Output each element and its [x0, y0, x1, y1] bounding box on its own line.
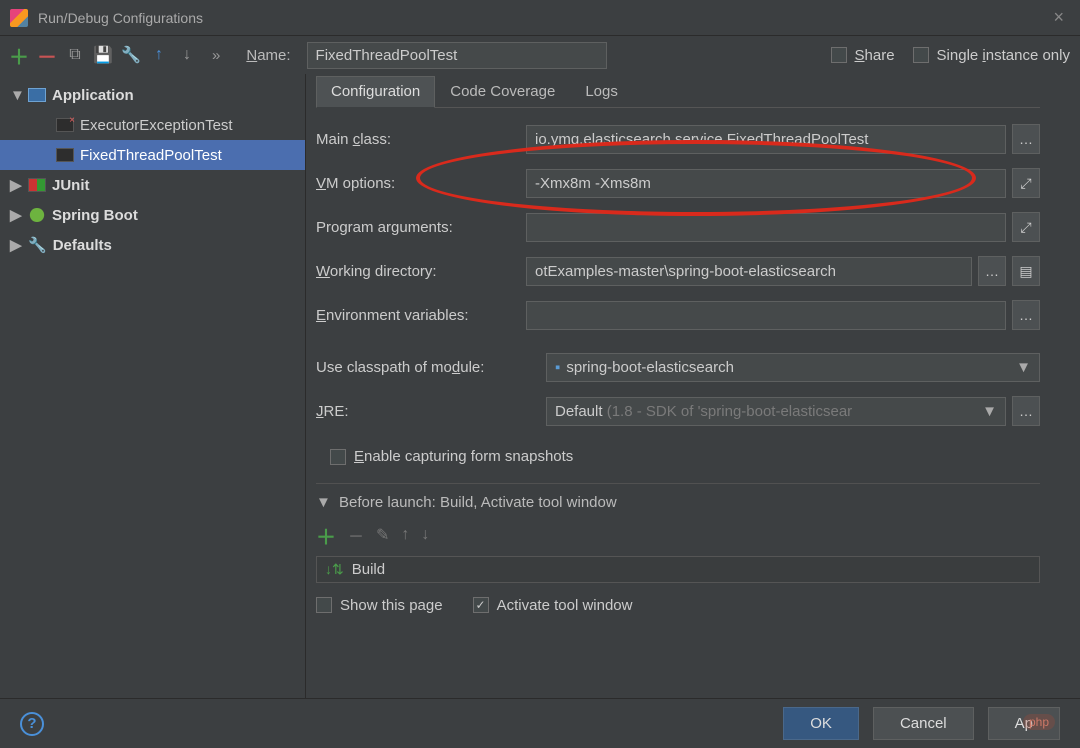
before-launch-title[interactable]: ▼ Before launch: Build, Activate tool wi…	[316, 494, 1040, 511]
expand-icon: ▶	[10, 236, 22, 254]
cancel-button[interactable]: Cancel	[873, 707, 974, 740]
browse-env-button[interactable]: …	[1012, 300, 1040, 330]
snapshots-checkbox[interactable]: Enable capturing form snapshots	[330, 448, 573, 465]
wrench-icon[interactable]: 🔧	[122, 46, 140, 64]
checkbox-icon	[330, 449, 346, 465]
tab-logs[interactable]: Logs	[570, 76, 633, 107]
expand-icon: ▼	[10, 87, 22, 104]
working-dir-input[interactable]	[526, 257, 972, 286]
expand-icon: ▶	[10, 206, 22, 224]
checkbox-icon	[316, 597, 332, 613]
tree-node-executor-exception[interactable]: ExecutorExceptionTest	[0, 110, 305, 140]
move-task-down-icon[interactable]: ↓	[421, 526, 429, 544]
env-vars-input[interactable]	[526, 301, 1006, 330]
title-bar: Run/Debug Configurations ×	[0, 0, 1080, 36]
chevron-down-icon: ▼	[982, 403, 997, 420]
show-page-checkbox[interactable]: Show this page	[316, 597, 443, 614]
tree-node-application[interactable]: ▼ Application	[0, 80, 305, 110]
main-class-input[interactable]	[526, 125, 1006, 154]
remove-config-icon[interactable]: －	[38, 46, 56, 64]
window-title: Run/Debug Configurations	[38, 10, 1047, 26]
java-icon	[56, 148, 74, 162]
show-page-label: Show this page	[340, 597, 443, 614]
tree-label: Defaults	[53, 237, 112, 254]
name-input[interactable]	[307, 42, 607, 69]
dialog-footer: ? OK Cancel Ap php	[0, 698, 1080, 748]
toolbar: ＋ － ⧉ 💾 🔧 ↑ ↓ » Name: Share Single insta…	[0, 36, 1080, 74]
tree-label: ExecutorExceptionTest	[80, 117, 233, 134]
classpath-label: Use classpath of module:	[316, 359, 546, 376]
expand-args-button[interactable]: ⤢	[1012, 212, 1040, 242]
env-vars-label: Environment variables:	[316, 307, 526, 324]
help-icon[interactable]: ?	[20, 712, 44, 736]
add-config-icon[interactable]: ＋	[10, 46, 28, 64]
share-checkbox[interactable]: Share	[831, 47, 895, 64]
tree-node-defaults[interactable]: ▶ 🔧 Defaults	[0, 230, 305, 260]
classpath-select[interactable]: ▪ spring-boot-elasticsearch ▼	[546, 353, 1040, 382]
main-class-label: Main class:	[316, 131, 526, 148]
vm-options-input[interactable]	[526, 169, 1006, 198]
expand-icon: ▶	[10, 176, 22, 194]
checkbox-icon	[913, 47, 929, 63]
move-task-up-icon[interactable]: ↑	[401, 526, 409, 544]
browse-working-dir-button[interactable]: …	[978, 256, 1006, 286]
program-args-input[interactable]	[526, 213, 1006, 242]
remove-task-icon[interactable]: －	[348, 523, 364, 547]
edit-task-icon[interactable]: ✎	[376, 525, 389, 545]
browse-jre-button[interactable]: …	[1012, 396, 1040, 426]
more-icon[interactable]: »	[212, 47, 220, 64]
build-icon: ↓⇅	[325, 561, 344, 578]
classpath-value: spring-boot-elasticsearch	[566, 359, 734, 376]
expand-icon: ▼	[316, 494, 331, 511]
close-icon[interactable]: ×	[1047, 7, 1070, 28]
chevron-down-icon: ▼	[1016, 359, 1031, 376]
tree-label: Spring Boot	[52, 207, 138, 224]
php-badge: php	[1023, 714, 1055, 730]
copy-config-icon[interactable]: ⧉	[66, 46, 84, 64]
jre-select[interactable]: Default (1.8 - SDK of 'spring-boot-elast…	[546, 397, 1006, 426]
save-config-icon[interactable]: 💾	[94, 46, 112, 64]
defaults-icon: 🔧	[28, 236, 47, 254]
jre-label: JRE:	[316, 403, 546, 420]
tree-node-spring-boot[interactable]: ▶ Spring Boot	[0, 200, 305, 230]
junit-icon	[28, 178, 46, 192]
name-label: Name:	[246, 47, 290, 64]
tab-code-coverage[interactable]: Code Coverage	[435, 76, 570, 107]
checkbox-checked-icon	[473, 597, 489, 613]
app-icon	[10, 9, 28, 27]
expand-vm-options-button[interactable]: ⤢	[1012, 168, 1040, 198]
application-icon	[28, 88, 46, 102]
add-task-icon[interactable]: ＋	[316, 521, 336, 550]
jre-value: Default (1.8 - SDK of 'spring-boot-elast…	[555, 403, 852, 420]
program-args-label: Program arguments:	[316, 219, 526, 236]
before-launch-toolbar: ＋ － ✎ ↑ ↓	[316, 521, 1040, 550]
move-down-icon[interactable]: ↓	[178, 46, 196, 64]
apply-button[interactable]: Ap php	[988, 707, 1060, 740]
activate-tool-label: Activate tool window	[497, 597, 633, 614]
tree-node-junit[interactable]: ▶ JUnit	[0, 170, 305, 200]
build-task-row[interactable]: ↓⇅ Build	[316, 556, 1040, 583]
checkbox-icon	[831, 47, 847, 63]
config-tree: ▼ Application ExecutorExceptionTest Fixe…	[0, 74, 306, 698]
tree-label: FixedThreadPoolTest	[80, 147, 222, 164]
spring-icon	[28, 208, 46, 222]
tab-configuration[interactable]: Configuration	[316, 76, 435, 108]
build-label: Build	[352, 561, 385, 578]
ok-button[interactable]: OK	[783, 707, 859, 740]
vm-options-label: VM options:	[316, 175, 526, 192]
config-panel: Configuration Code Coverage Logs Main cl…	[306, 74, 1080, 698]
working-dir-label: Working directory:	[316, 263, 526, 280]
module-icon: ▪	[555, 359, 560, 376]
single-instance-checkbox[interactable]: Single instance only	[913, 47, 1070, 64]
tree-label: Application	[52, 87, 134, 104]
tree-node-fixed-thread-pool[interactable]: FixedThreadPoolTest	[0, 140, 305, 170]
java-error-icon	[56, 118, 74, 132]
history-working-dir-button[interactable]: ▤	[1012, 256, 1040, 286]
move-up-icon[interactable]: ↑	[150, 46, 168, 64]
tabs: Configuration Code Coverage Logs	[316, 76, 1040, 108]
browse-main-class-button[interactable]: …	[1012, 124, 1040, 154]
activate-tool-checkbox[interactable]: Activate tool window	[473, 597, 633, 614]
tree-label: JUnit	[52, 177, 90, 194]
